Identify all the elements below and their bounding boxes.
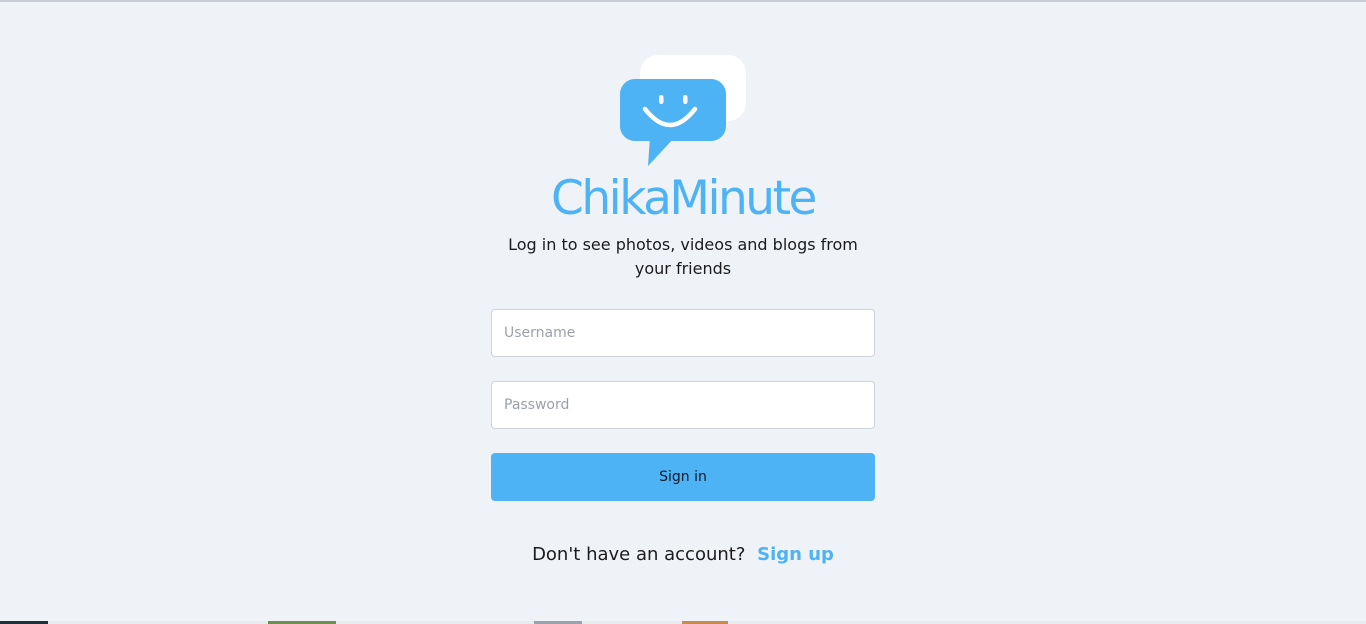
- sign-up-link[interactable]: Sign up: [757, 544, 834, 565]
- brand-name: ChikaMinute: [551, 171, 817, 226]
- front-bubble: [620, 79, 726, 141]
- username-input[interactable]: [491, 309, 875, 357]
- signup-prompt-text: Don't have an account?: [532, 544, 746, 565]
- bubble-tail: [648, 137, 675, 166]
- left-eye: [659, 95, 664, 104]
- signup-prompt: Don't have an account? Sign up: [0, 542, 1366, 568]
- password-input[interactable]: [491, 381, 875, 429]
- sign-in-button[interactable]: Sign in: [491, 453, 875, 501]
- login-tagline: Log in to see photos, videos and blogs f…: [508, 235, 858, 278]
- right-eye: [683, 95, 688, 104]
- smiling-chat-bubble-icon: [620, 55, 746, 166]
